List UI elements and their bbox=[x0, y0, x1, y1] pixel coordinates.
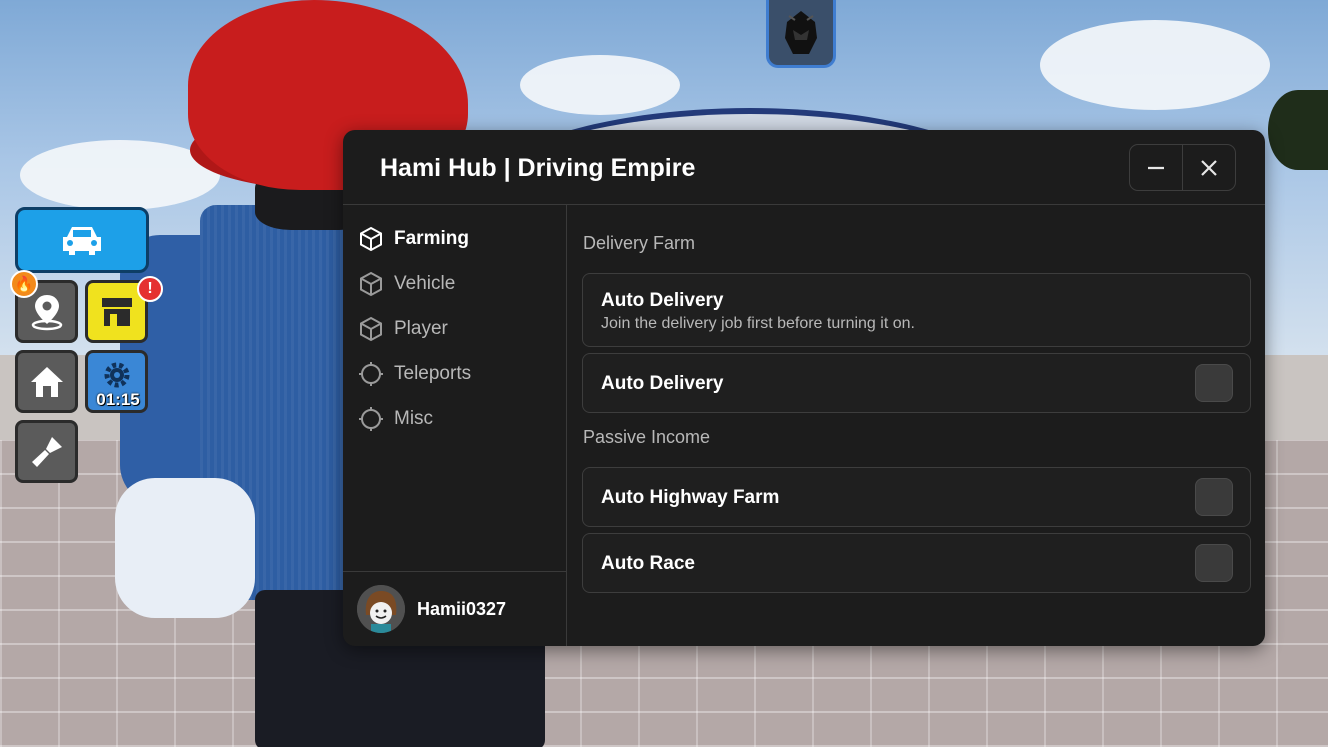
option-title: Auto Race bbox=[601, 553, 695, 574]
option-description: Join the delivery job first before turni… bbox=[601, 315, 915, 332]
home-icon bbox=[30, 366, 63, 397]
close-button[interactable] bbox=[1182, 145, 1235, 190]
sidebar-item-player[interactable]: Player bbox=[358, 313, 448, 345]
option-title: Auto Delivery bbox=[601, 373, 724, 394]
fire-icon: 🔥 bbox=[10, 270, 38, 298]
close-icon bbox=[1201, 159, 1217, 176]
sidebar-item-label: Vehicle bbox=[394, 273, 456, 294]
sidebar-item-label: Farming bbox=[394, 228, 469, 249]
player-glove bbox=[115, 478, 255, 618]
home-button[interactable] bbox=[15, 350, 78, 413]
section-label-delivery-farm: Delivery Farm bbox=[583, 233, 696, 253]
car-menu-button[interactable] bbox=[15, 207, 149, 273]
hub-window: Hami Hub | Driving Empire Farming Vehicl… bbox=[343, 130, 1265, 646]
gear-icon bbox=[104, 362, 129, 387]
sidebar-item-vehicle[interactable]: Vehicle bbox=[358, 268, 455, 300]
paint-button[interactable] bbox=[15, 420, 78, 483]
minus-icon bbox=[1148, 166, 1164, 169]
window-controls bbox=[1129, 144, 1236, 191]
crosshair-icon bbox=[359, 407, 383, 431]
user-profile: Hamii0327 bbox=[343, 571, 566, 646]
username: Hamii0327 bbox=[417, 599, 507, 619]
auto-highway-farm-toggle[interactable] bbox=[1195, 478, 1233, 516]
shop-icon bbox=[101, 297, 132, 326]
sidebar-item-label: Misc bbox=[394, 408, 434, 429]
auto-delivery-toggle[interactable] bbox=[1195, 364, 1233, 402]
auto-race-toggle[interactable] bbox=[1195, 544, 1233, 582]
cloud bbox=[520, 55, 680, 115]
top-player-avatar[interactable] bbox=[766, 0, 836, 68]
option-title: Auto Delivery bbox=[601, 290, 724, 311]
crosshair-icon bbox=[359, 362, 383, 386]
option-auto-highway-farm[interactable]: Auto Highway Farm bbox=[582, 467, 1251, 527]
sidebar-item-misc[interactable]: Misc bbox=[358, 403, 433, 435]
sidebar-item-farming[interactable]: Farming bbox=[358, 223, 469, 255]
cube-icon bbox=[360, 316, 382, 342]
cube-icon bbox=[360, 226, 382, 252]
content-panel: Delivery Farm Auto Delivery Join the del… bbox=[567, 205, 1265, 646]
option-auto-race[interactable]: Auto Race bbox=[582, 533, 1251, 593]
cloud bbox=[1040, 20, 1270, 110]
option-title: Auto Highway Farm bbox=[601, 487, 780, 508]
minimize-button[interactable] bbox=[1130, 145, 1182, 190]
map-pin-icon bbox=[31, 294, 62, 330]
sidebar-item-label: Teleports bbox=[394, 363, 472, 384]
option-auto-delivery[interactable]: Auto Delivery bbox=[582, 353, 1251, 413]
palm-tree bbox=[1268, 90, 1328, 170]
avatar[interactable] bbox=[357, 585, 405, 633]
sidebar-item-label: Player bbox=[394, 318, 448, 339]
section-label-passive-income: Passive Income bbox=[583, 427, 711, 447]
cube-icon bbox=[360, 271, 382, 297]
alert-badge: ! bbox=[137, 276, 163, 302]
countdown-timer: 01:15 bbox=[96, 390, 140, 409]
car-icon bbox=[63, 227, 101, 255]
hooded-figure-icon bbox=[785, 10, 817, 54]
user-avatar-icon bbox=[357, 585, 405, 633]
sidebar-item-teleports[interactable]: Teleports bbox=[358, 358, 471, 390]
window-title: Hami Hub | Driving Empire bbox=[380, 154, 696, 182]
paint-icon bbox=[31, 436, 62, 467]
title-bar[interactable]: Hami Hub | Driving Empire bbox=[343, 130, 1265, 205]
option-auto-delivery-info[interactable]: Auto Delivery Join the delivery job firs… bbox=[582, 273, 1251, 347]
